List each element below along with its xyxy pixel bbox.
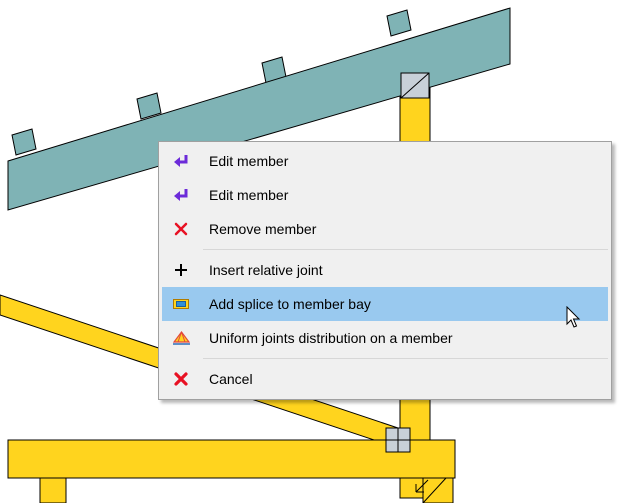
support-block	[39, 477, 67, 503]
menu-item-remove-member[interactable]: Remove member	[162, 212, 608, 246]
menu-item-label: Add splice to member bay	[209, 296, 371, 312]
plus-icon	[162, 253, 200, 287]
menu-item-edit-member-1[interactable]: Edit member	[162, 144, 608, 178]
menu-item-add-splice[interactable]: Add splice to member bay	[162, 287, 608, 321]
menu-item-label: Cancel	[209, 371, 253, 387]
menu-item-edit-member-2[interactable]: Edit member	[162, 178, 608, 212]
menu-separator	[203, 358, 608, 359]
menu-item-label: Edit member	[209, 187, 289, 203]
edit-member-icon	[162, 144, 200, 178]
mouse-cursor-icon	[566, 306, 581, 328]
menu-item-label: Insert relative joint	[209, 262, 323, 278]
splice-icon	[162, 287, 200, 321]
batten-block	[11, 128, 37, 156]
menu-separator	[203, 249, 608, 250]
context-menu: Edit member Edit member Remove member In…	[158, 141, 612, 400]
menu-item-label: Edit member	[209, 153, 289, 169]
batten-block	[386, 9, 412, 37]
menu-item-label: Remove member	[209, 221, 317, 237]
menu-item-label: Uniform joints distribution on a member	[209, 330, 453, 346]
menu-item-insert-relative-joint[interactable]: Insert relative joint	[162, 253, 608, 287]
uniform-joints-icon	[162, 321, 200, 355]
menu-item-uniform-joints[interactable]: Uniform joints distribution on a member	[162, 321, 608, 355]
cancel-icon	[162, 362, 200, 396]
remove-icon	[162, 212, 200, 246]
menu-item-cancel[interactable]: Cancel	[162, 362, 608, 396]
edit-member-icon	[162, 178, 200, 212]
support-block	[422, 477, 454, 503]
